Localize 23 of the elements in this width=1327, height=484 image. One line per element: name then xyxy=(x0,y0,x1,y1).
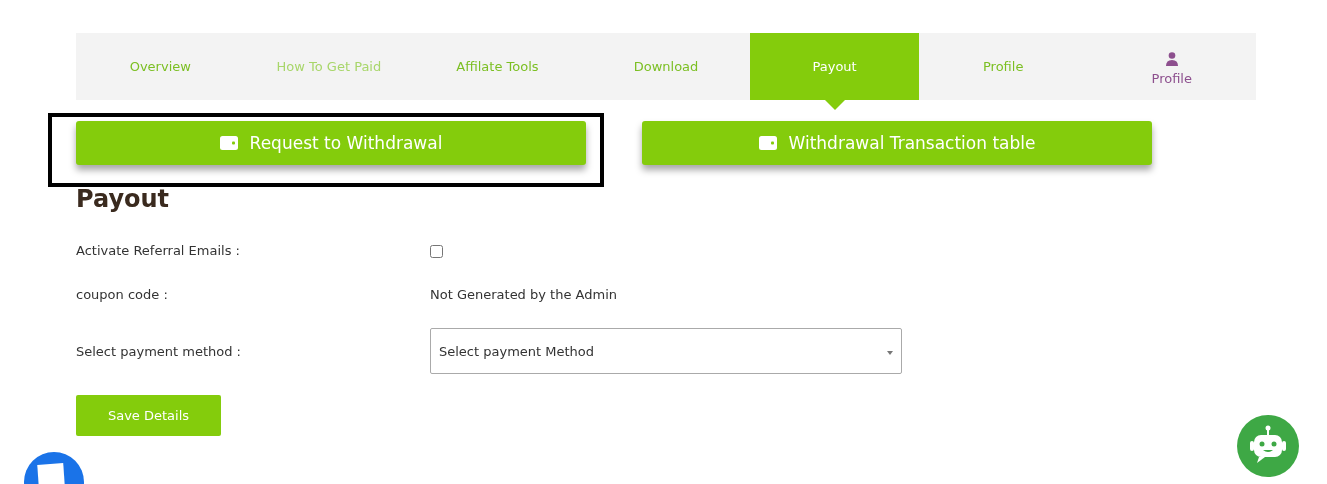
nav-tab[interactable]: Profile xyxy=(1087,33,1257,100)
withdrawal-button[interactable]: Request to Withdrawal xyxy=(76,121,586,165)
nav-tab[interactable]: Download xyxy=(581,33,751,100)
wallet-icon xyxy=(758,136,777,150)
nav-tab[interactable]: Profile xyxy=(918,33,1088,100)
tab-pointer-icon xyxy=(824,100,845,110)
field-label: coupon code : xyxy=(76,286,169,302)
payment-method-dropdown[interactable]: Select payment Method xyxy=(430,328,902,374)
wallet-icon xyxy=(219,136,238,150)
chat-icon[interactable] xyxy=(24,452,84,484)
save-details-button[interactable]: Save Details xyxy=(76,395,221,436)
nav-tab[interactable]: How To Get Paid xyxy=(244,33,414,100)
referral-checkbox[interactable] xyxy=(430,244,443,258)
nav-tab[interactable]: Overview xyxy=(76,33,245,100)
user-icon xyxy=(1165,51,1178,66)
withdrawal-button[interactable]: Withdrawal Transaction table xyxy=(642,121,1152,165)
field-label: Select payment method : xyxy=(76,343,242,359)
field-value: Not Generated by the Admin xyxy=(430,286,617,302)
chatbot-icon[interactable] xyxy=(1237,415,1299,477)
field-label: Activate Referral Emails : xyxy=(76,242,241,258)
nav-tab[interactable]: Affilate Tools xyxy=(413,33,582,100)
caret-icon xyxy=(887,351,893,355)
page-heading: Payout xyxy=(76,185,171,215)
